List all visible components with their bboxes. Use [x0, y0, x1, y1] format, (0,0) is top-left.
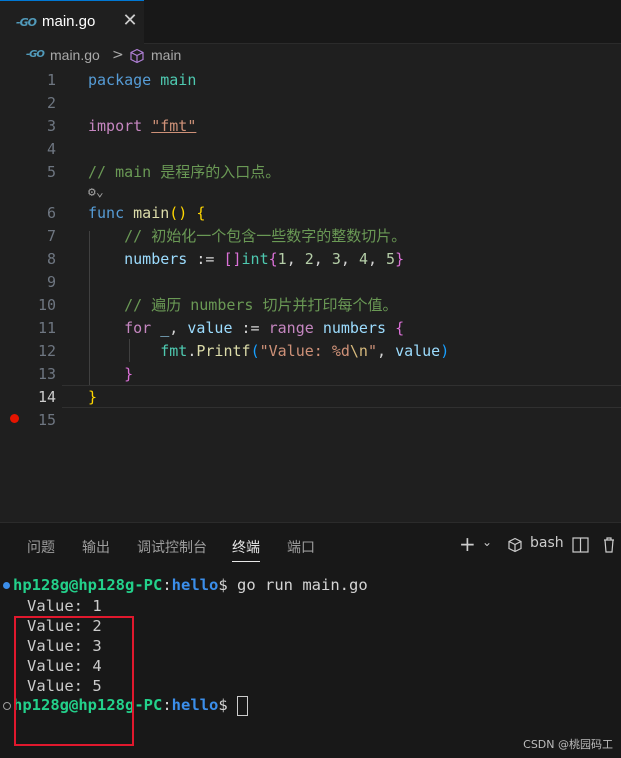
code-line: 14 }: [0, 386, 621, 409]
watermark: CSDN @桃园码工: [523, 738, 613, 751]
tab-output[interactable]: 输出: [82, 537, 110, 561]
chevron-right-icon: >: [112, 47, 124, 63]
tab-label: main.go: [42, 13, 96, 30]
line-number: 7: [46, 227, 56, 245]
line-number: 15: [37, 411, 56, 429]
code-line: 1 package main: [0, 69, 621, 92]
breadcrumb-symbol[interactable]: main: [151, 47, 181, 63]
command-success-icon: [3, 582, 10, 589]
chevron-down-icon[interactable]: ⌄: [482, 535, 492, 549]
close-icon[interactable]: ✕: [120, 10, 140, 32]
tab-ports[interactable]: 端口: [287, 537, 315, 561]
line-number: 11: [37, 319, 56, 337]
bottom-panel: 问题 输出 调试控制台 终端 端口 + ⌄ bash hp128g@hp128g…: [0, 522, 621, 758]
split-terminal-icon[interactable]: [572, 537, 589, 553]
symbol-method-icon: [130, 48, 144, 64]
terminal-cursor: [237, 695, 249, 716]
terminal-shell-label[interactable]: bash: [530, 535, 564, 551]
line-number: 4: [46, 140, 56, 158]
go-file-icon: -GO: [16, 16, 37, 29]
code-line: 8 numbers := []int{1, 2, 3, 4, 5}: [0, 248, 621, 271]
editor-tab-bar: -GO main.go ✕: [0, 0, 621, 44]
code-line: 13 }: [0, 363, 621, 386]
code-line: 7 // 初始化一个包含一些数字的整数切片。: [0, 225, 621, 248]
code-line: 15: [0, 409, 621, 432]
line-number: 9: [46, 273, 56, 291]
terminal-line: hp128g@hp128g-PC:hello$ go run main.go: [13, 576, 368, 594]
code-line: 10 // 遍历 numbers 切片并打印每个值。: [0, 294, 621, 317]
line-number: 10: [37, 296, 56, 314]
go-file-icon: -GO: [26, 49, 45, 60]
code-line: 9: [0, 271, 621, 294]
terminal-line: Value: 1: [27, 597, 102, 615]
line-number: 14: [37, 388, 56, 406]
code-line: 6 func main() {: [0, 202, 621, 225]
tab-debug-console[interactable]: 调试控制台: [137, 537, 207, 561]
breadcrumb: -GO main.go > main: [0, 44, 621, 68]
line-number: 2: [46, 94, 56, 112]
line-number: 3: [46, 117, 56, 135]
code-line: 12 fmt.Printf("Value: %d\n", value): [0, 340, 621, 363]
breadcrumb-file[interactable]: main.go: [50, 47, 100, 63]
code-editor[interactable]: 1 package main 2 3 import "fmt" 4 5 // m…: [0, 68, 621, 520]
line-number: 1: [46, 71, 56, 89]
line-number: 8: [46, 250, 56, 268]
line-number: 13: [37, 365, 56, 383]
command-pending-icon: [3, 702, 11, 710]
output-highlight-box: [14, 616, 134, 746]
code-line: 2: [0, 92, 621, 115]
line-number: 12: [37, 342, 56, 360]
trash-icon[interactable]: [601, 536, 617, 554]
code-line: 5 // main 是程序的入口点。: [0, 161, 621, 184]
tab-terminal[interactable]: 终端: [232, 537, 260, 562]
add-terminal-button[interactable]: +: [459, 532, 476, 556]
terminal-shell-icon: [508, 537, 522, 553]
code-line: 3 import "fmt": [0, 115, 621, 138]
tab-problems[interactable]: 问题: [27, 537, 55, 561]
code-line: 11 for _, value := range numbers {: [0, 317, 621, 340]
line-number: 6: [46, 204, 56, 222]
tab-main-go[interactable]: -GO main.go ✕: [0, 0, 144, 44]
line-number: 5: [46, 163, 56, 181]
code-line: 4: [0, 138, 621, 161]
